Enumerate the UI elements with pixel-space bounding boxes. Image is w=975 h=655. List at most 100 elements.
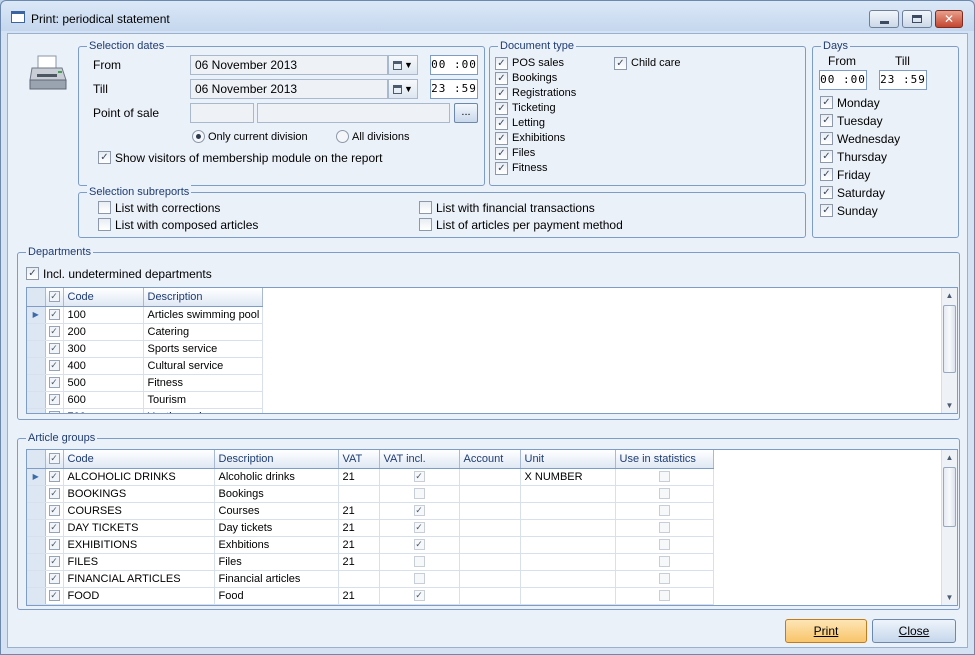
art-use-in-statistics-cell[interactable] xyxy=(615,485,714,503)
row-select-cell[interactable]: ✓ xyxy=(45,468,64,486)
all-divisions-radio[interactable] xyxy=(336,130,349,143)
art-vat-incl-cell[interactable] xyxy=(379,553,460,571)
child-care-checkbox[interactable]: ✓ xyxy=(614,57,627,70)
days-till-time-field[interactable]: 23 :59 xyxy=(879,70,927,90)
row-checkbox[interactable]: ✓ xyxy=(48,505,60,517)
art-select-all-header[interactable]: ✓ xyxy=(45,450,64,469)
use-in-statistics-checkbox[interactable] xyxy=(658,488,670,500)
close-window-button[interactable]: ✕ xyxy=(935,10,963,28)
vat-incl-checkbox[interactable]: ✓ xyxy=(413,522,425,534)
art-vat-incl-cell[interactable]: ✓ xyxy=(379,536,460,554)
art-vat-incl-cell[interactable]: ✓ xyxy=(379,502,460,520)
scroll-thumb[interactable] xyxy=(943,305,956,373)
day-checkbox[interactable]: ✓ xyxy=(820,150,833,163)
table-row[interactable]: ✓ 400 Cultural service xyxy=(27,357,263,375)
row-select-cell[interactable]: ✓ xyxy=(45,570,64,588)
table-row[interactable]: ✓ BOOKINGS Bookings xyxy=(27,485,714,503)
row-select-cell[interactable]: ✓ xyxy=(45,502,64,520)
row-select-cell[interactable]: ✓ xyxy=(45,374,64,392)
art-use-in-statistics-header[interactable]: Use in statistics xyxy=(615,450,714,469)
dep-description-header[interactable]: Description xyxy=(143,288,263,307)
from-time-field[interactable]: 00 :00 xyxy=(430,55,478,75)
row-select-cell[interactable]: ✓ xyxy=(45,485,64,503)
table-row[interactable]: ✓ 500 Fitness xyxy=(27,374,263,392)
day-checkbox[interactable]: ✓ xyxy=(820,168,833,181)
point-of-sale-code-field[interactable] xyxy=(190,103,254,123)
row-checkbox[interactable]: ✓ xyxy=(48,539,60,551)
art-vat-incl-cell[interactable]: ✓ xyxy=(379,587,460,605)
scroll-down-icon[interactable]: ▼ xyxy=(942,398,957,413)
vat-incl-checkbox[interactable] xyxy=(413,556,425,568)
document-type-checkbox[interactable]: ✓ xyxy=(495,117,508,130)
list-articles-per-payment-method-checkbox[interactable] xyxy=(419,218,432,231)
table-row[interactable]: ✓ 300 Sports service xyxy=(27,340,263,358)
row-checkbox[interactable]: ✓ xyxy=(48,309,60,321)
row-select-cell[interactable]: ✓ xyxy=(45,340,64,358)
list-with-financial-transactions-checkbox[interactable] xyxy=(419,201,432,214)
table-row[interactable]: ✓700Youth service xyxy=(27,408,263,413)
vat-incl-checkbox[interactable]: ✓ xyxy=(413,471,425,483)
art-vat-incl-cell[interactable] xyxy=(379,485,460,503)
days-from-time-field[interactable]: 00 :00 xyxy=(819,70,867,90)
art-unit-header[interactable]: Unit xyxy=(520,450,616,469)
row-select-cell[interactable]: ✓ xyxy=(45,391,64,409)
till-time-field[interactable]: 23 :59 xyxy=(430,79,478,99)
day-checkbox[interactable]: ✓ xyxy=(820,186,833,199)
document-type-checkbox[interactable]: ✓ xyxy=(495,162,508,175)
minimize-button[interactable] xyxy=(869,10,899,28)
scroll-down-icon[interactable]: ▼ xyxy=(942,590,957,605)
use-in-statistics-checkbox[interactable] xyxy=(658,539,670,551)
document-type-checkbox[interactable]: ✓ xyxy=(495,57,508,70)
art-vat-incl-cell[interactable] xyxy=(379,570,460,588)
art-account-header[interactable]: Account xyxy=(459,450,521,469)
row-select-cell[interactable]: ✓ xyxy=(45,519,64,537)
list-with-composed-articles-checkbox[interactable] xyxy=(98,218,111,231)
select-all-checkbox[interactable]: ✓ xyxy=(48,291,60,303)
vat-incl-checkbox[interactable] xyxy=(413,488,425,500)
use-in-statistics-checkbox[interactable] xyxy=(658,471,670,483)
day-checkbox[interactable]: ✓ xyxy=(820,96,833,109)
row-select-cell[interactable]: ✓ xyxy=(45,306,64,324)
row-checkbox[interactable]: ✓ xyxy=(48,522,60,534)
document-type-checkbox[interactable]: ✓ xyxy=(495,147,508,160)
from-date-field[interactable]: 06 November 2013 xyxy=(190,55,388,75)
day-checkbox[interactable]: ✓ xyxy=(820,132,833,145)
scroll-up-icon[interactable]: ▲ xyxy=(942,288,957,303)
art-use-in-statistics-cell[interactable] xyxy=(615,536,714,554)
art-code-header[interactable]: Code xyxy=(63,450,215,469)
till-date-picker-button[interactable]: ▼ xyxy=(388,79,418,99)
day-checkbox[interactable]: ✓ xyxy=(820,204,833,217)
art-use-in-statistics-cell[interactable] xyxy=(615,468,714,486)
vat-incl-checkbox[interactable]: ✓ xyxy=(413,505,425,517)
art-use-in-statistics-cell[interactable] xyxy=(615,502,714,520)
use-in-statistics-checkbox[interactable] xyxy=(658,505,670,517)
row-checkbox[interactable]: ✓ xyxy=(48,360,60,372)
day-checkbox[interactable]: ✓ xyxy=(820,114,833,127)
art-use-in-statistics-cell[interactable] xyxy=(615,570,714,588)
row-checkbox[interactable]: ✓ xyxy=(48,326,60,338)
table-row[interactable]: ▶ ✓ ALCOHOLIC DRINKS Alcoholic drinks 21 ✓ X N… xyxy=(27,468,714,486)
table-row[interactable]: ✓ 600 Tourism xyxy=(27,391,263,409)
document-type-checkbox[interactable]: ✓ xyxy=(495,87,508,100)
row-checkbox[interactable]: ✓ xyxy=(48,471,60,483)
art-vat-header[interactable]: VAT xyxy=(338,450,380,469)
till-date-field[interactable]: 06 November 2013 xyxy=(190,79,388,99)
point-of-sale-name-field[interactable] xyxy=(257,103,450,123)
document-type-checkbox[interactable]: ✓ xyxy=(495,132,508,145)
point-of-sale-browse-button[interactable]: ... xyxy=(454,103,478,123)
table-row[interactable]: ✓ 200 Catering xyxy=(27,323,263,341)
table-row[interactable]: ✓ EXHIBITIONS Exhbitions 21 ✓ xyxy=(27,536,714,554)
use-in-statistics-checkbox[interactable] xyxy=(658,573,670,585)
from-date-picker-button[interactable]: ▼ xyxy=(388,55,418,75)
art-use-in-statistics-cell[interactable] xyxy=(615,519,714,537)
scroll-thumb[interactable] xyxy=(943,467,956,527)
departments-scrollbar[interactable]: ▲ ▼ xyxy=(941,288,957,413)
art-use-in-statistics-cell[interactable] xyxy=(615,587,714,605)
article-groups-scrollbar[interactable]: ▲ ▼ xyxy=(941,450,957,605)
art-description-header[interactable]: Description xyxy=(214,450,339,469)
vat-incl-checkbox[interactable] xyxy=(413,573,425,585)
row-select-cell[interactable]: ✓ xyxy=(45,408,64,413)
table-row[interactable]: ✓ DAY TICKETS Day tickets 21 ✓ xyxy=(27,519,714,537)
row-checkbox[interactable]: ✓ xyxy=(48,573,60,585)
row-checkbox[interactable]: ✓ xyxy=(48,377,60,389)
